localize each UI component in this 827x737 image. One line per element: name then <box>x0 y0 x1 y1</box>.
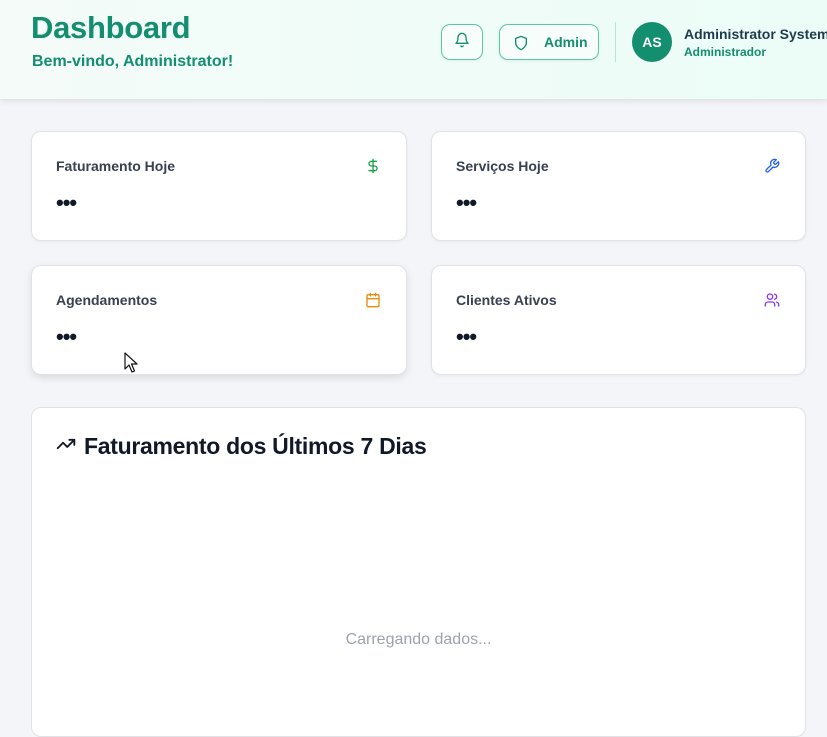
welcome-subtitle: Bem-vindo, Administrator! <box>32 53 234 70</box>
avatar[interactable]: AS <box>632 22 672 62</box>
stat-card-value: ••• <box>456 190 477 215</box>
stat-card-servicos[interactable]: Serviços Hoje ••• <box>431 131 806 241</box>
user-role: Administrador <box>684 45 767 59</box>
loading-text: Carregando dados... <box>345 631 492 648</box>
header-divider <box>615 22 616 62</box>
mouse-cursor-icon <box>124 352 138 379</box>
stat-card-agendamentos[interactable]: Agendamentos ••• <box>31 265 407 375</box>
stat-card-title: Clientes Ativos <box>456 292 557 308</box>
admin-button-label: Admin <box>544 34 588 50</box>
chart-title: Faturamento dos Últimos 7 Dias <box>84 433 427 459</box>
notifications-button[interactable] <box>441 24 483 60</box>
admin-button[interactable]: Admin <box>499 24 599 60</box>
page-title: Dashboard <box>31 10 191 45</box>
stat-card-value: ••• <box>56 324 77 349</box>
stat-card-title: Faturamento Hoje <box>56 158 176 174</box>
shield-icon <box>513 35 529 56</box>
user-name: Administrator System <box>684 26 827 42</box>
stat-card-value: ••• <box>56 190 77 215</box>
dollar-icon <box>365 158 381 179</box>
stat-card-value: ••• <box>456 324 477 349</box>
wrench-icon <box>764 158 780 179</box>
bell-icon <box>454 32 470 53</box>
top-header: Dashboard Bem-vindo, Administrator! Admi… <box>0 0 827 99</box>
users-icon <box>764 292 780 313</box>
stat-card-title: Agendamentos <box>56 292 158 308</box>
trending-up-icon <box>56 434 76 459</box>
stat-card-clientes[interactable]: Clientes Ativos ••• <box>431 265 806 375</box>
stat-card-faturamento[interactable]: Faturamento Hoje ••• <box>31 131 407 241</box>
calendar-icon <box>365 292 381 313</box>
stat-card-title: Serviços Hoje <box>456 158 549 174</box>
revenue-chart-card: Faturamento dos Últimos 7 Dias Carregand… <box>31 407 806 737</box>
